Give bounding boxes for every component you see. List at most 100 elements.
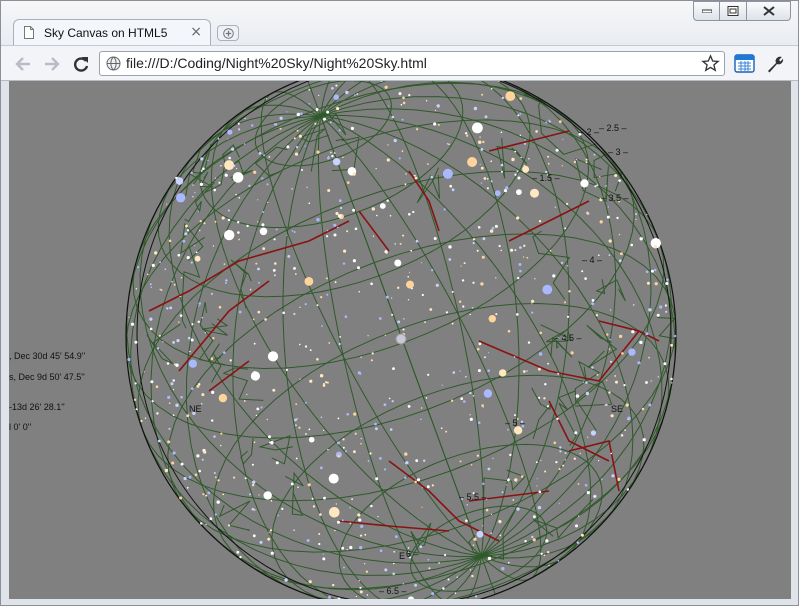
star — [187, 336, 191, 340]
browser-tab[interactable]: Sky Canvas on HTML5 × — [13, 19, 211, 45]
star — [545, 539, 549, 543]
forward-arrow-icon[interactable] — [42, 54, 62, 74]
star — [343, 249, 347, 253]
star — [337, 454, 340, 458]
star — [524, 540, 527, 543]
star — [595, 314, 599, 317]
address-bar[interactable]: file:///D:/Coding/Night%20Sky/Night%20Sk… — [99, 51, 725, 76]
star — [480, 282, 484, 286]
star — [200, 169, 203, 172]
url-text[interactable]: file:///D:/Coding/Night%20Sky/Night%20Sk… — [126, 55, 427, 71]
star — [300, 112, 303, 116]
star — [420, 407, 423, 409]
star — [130, 322, 135, 326]
star — [186, 486, 189, 489]
star — [229, 359, 232, 362]
star — [252, 484, 255, 487]
star — [459, 300, 462, 303]
star — [519, 97, 523, 100]
star — [464, 132, 468, 135]
star — [393, 562, 395, 565]
star — [528, 158, 530, 160]
star — [635, 213, 637, 216]
wrench-icon[interactable] — [765, 54, 785, 74]
star — [398, 157, 401, 160]
star — [281, 507, 284, 510]
star — [436, 104, 440, 108]
bookmark-star-icon[interactable] — [701, 54, 720, 73]
star — [307, 483, 311, 487]
star — [608, 254, 611, 256]
star — [198, 469, 201, 473]
minimize-button[interactable] — [693, 1, 720, 21]
star — [479, 136, 481, 138]
star — [618, 233, 621, 236]
star — [353, 412, 357, 416]
star — [341, 519, 344, 522]
calendar-icon[interactable] — [734, 53, 755, 74]
star — [334, 529, 336, 532]
star — [547, 155, 550, 158]
star — [596, 373, 599, 376]
star — [349, 545, 353, 550]
star — [218, 181, 221, 184]
star — [500, 131, 503, 134]
sky-canvas[interactable]: – 1.5 – – 2 – – 2.5 – – 3 – – 3.5 – – 4 – – 4.… — [9, 81, 791, 599]
star — [484, 356, 486, 359]
star — [542, 284, 553, 295]
star — [431, 484, 434, 487]
star — [554, 206, 557, 209]
star — [370, 282, 373, 286]
star — [499, 534, 502, 537]
star — [342, 262, 346, 265]
reload-icon[interactable] — [71, 54, 91, 74]
star — [227, 218, 231, 222]
star — [352, 172, 356, 176]
star — [581, 270, 584, 273]
star — [279, 116, 283, 120]
star — [475, 595, 478, 598]
new-tab-button[interactable] — [217, 25, 239, 41]
star — [294, 418, 297, 422]
star — [501, 170, 503, 173]
star — [648, 308, 652, 312]
star — [482, 482, 485, 485]
star — [443, 208, 446, 211]
star — [318, 542, 321, 546]
tab-close-icon[interactable]: × — [190, 24, 202, 40]
star — [648, 356, 650, 359]
star — [630, 243, 633, 247]
close-window-button[interactable] — [746, 1, 791, 21]
star — [340, 206, 343, 210]
star — [398, 92, 402, 96]
star — [564, 227, 567, 230]
star — [260, 406, 263, 409]
star — [480, 182, 483, 184]
star — [616, 216, 619, 220]
star — [524, 139, 526, 141]
star — [252, 318, 255, 321]
star — [476, 530, 484, 538]
star — [384, 85, 388, 89]
boundary-line — [258, 435, 294, 465]
star — [306, 186, 308, 189]
info-line: s, Dec 9d 50' 47.5'' — [9, 372, 85, 382]
star — [304, 345, 308, 348]
back-arrow-icon[interactable] — [13, 54, 33, 74]
star — [421, 487, 423, 489]
star — [190, 261, 193, 264]
star — [360, 356, 362, 358]
star — [264, 318, 267, 321]
altitude-scale-label: – 2.5 – — [599, 123, 627, 133]
sky-map[interactable]: – 1.5 – – 2 – – 2.5 – – 3 – – 3.5 – – 4 – – 4.… — [9, 81, 791, 599]
star — [487, 178, 489, 180]
star — [203, 222, 206, 225]
star — [360, 437, 362, 440]
restore-button[interactable] — [719, 1, 747, 21]
compass-direction-label: SE — [611, 404, 623, 414]
star — [523, 244, 526, 247]
star — [564, 301, 566, 304]
star — [469, 391, 472, 395]
star — [332, 583, 335, 587]
star — [605, 185, 607, 187]
